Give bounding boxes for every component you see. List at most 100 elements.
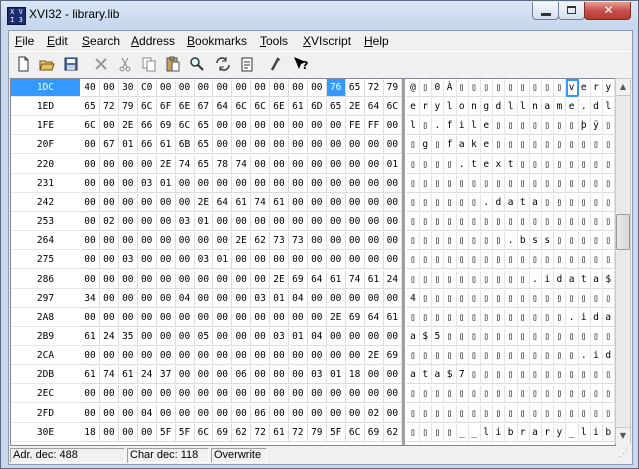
char-byte[interactable]: ▯ bbox=[419, 117, 433, 135]
char-byte[interactable]: ▯ bbox=[480, 405, 494, 423]
hex-byte[interactable]: 2E bbox=[232, 232, 252, 250]
hex-byte[interactable]: 03 bbox=[137, 175, 157, 193]
delete-icon[interactable] bbox=[91, 54, 111, 74]
char-byte[interactable]: ▯ bbox=[541, 175, 555, 193]
char-byte[interactable]: y bbox=[602, 79, 616, 97]
char-byte[interactable]: ▯ bbox=[419, 194, 433, 212]
hex-byte[interactable]: 04 bbox=[288, 290, 308, 308]
hex-byte[interactable]: 00 bbox=[383, 251, 403, 269]
char-byte[interactable]: ▯ bbox=[419, 424, 433, 442]
hex-byte[interactable]: 74 bbox=[232, 156, 252, 174]
char-byte[interactable]: ▯ bbox=[468, 347, 481, 365]
minimize-button[interactable] bbox=[532, 2, 559, 20]
char-byte[interactable]: ▯ bbox=[541, 117, 555, 135]
char-byte[interactable]: ▯ bbox=[577, 213, 591, 231]
hex-byte[interactable]: 00 bbox=[232, 175, 252, 193]
char-byte[interactable]: f bbox=[443, 136, 457, 154]
scroll-up-icon[interactable]: ▲ bbox=[616, 79, 630, 96]
hex-byte[interactable]: 00 bbox=[156, 232, 176, 250]
hex-byte[interactable]: 00 bbox=[251, 328, 271, 346]
hex-byte[interactable]: 00 bbox=[288, 117, 308, 135]
hex-byte[interactable]: 00 bbox=[326, 405, 346, 423]
hex-byte[interactable]: 6C bbox=[232, 98, 252, 116]
hex-byte[interactable]: 00 bbox=[213, 385, 233, 403]
char-byte[interactable]: ▯ bbox=[504, 366, 518, 384]
hex-byte[interactable]: 00 bbox=[251, 385, 271, 403]
char-byte[interactable]: ▯ bbox=[480, 232, 494, 250]
hex-byte[interactable]: 6E bbox=[270, 98, 289, 116]
hex-byte[interactable]: 00 bbox=[364, 251, 384, 269]
char-byte[interactable]: ▯ bbox=[492, 136, 506, 154]
char-byte[interactable]: ▯ bbox=[577, 251, 591, 269]
hex-byte[interactable]: 00 bbox=[213, 309, 233, 327]
hex-byte[interactable]: 00 bbox=[345, 251, 365, 269]
char-byte[interactable]: ▯ bbox=[504, 117, 518, 135]
char-byte[interactable]: ▯ bbox=[565, 136, 579, 154]
hex-byte[interactable]: 00 bbox=[137, 347, 157, 365]
hex-byte[interactable]: 00 bbox=[156, 328, 176, 346]
row-address[interactable]: 2CA bbox=[11, 347, 80, 365]
char-byte[interactable]: ▯ bbox=[577, 232, 591, 250]
char-byte[interactable]: ▯ bbox=[431, 194, 445, 212]
hex-byte[interactable]: 00 bbox=[232, 251, 252, 269]
char-byte[interactable]: d bbox=[492, 98, 506, 116]
hex-byte[interactable]: 00 bbox=[232, 405, 252, 423]
char-byte[interactable]: ▯ bbox=[468, 79, 481, 97]
hex-byte[interactable]: 00 bbox=[156, 271, 176, 289]
char-byte[interactable]: ÿ bbox=[590, 117, 603, 135]
hex-byte[interactable]: 18 bbox=[81, 424, 100, 442]
hex-byte[interactable]: 00 bbox=[288, 366, 308, 384]
hex-byte[interactable]: 05 bbox=[194, 328, 214, 346]
hex-byte[interactable]: 61 bbox=[270, 194, 289, 212]
hex-byte[interactable]: 00 bbox=[345, 385, 365, 403]
char-byte[interactable]: ▯ bbox=[541, 156, 555, 174]
char-byte[interactable]: ▯ bbox=[565, 290, 579, 308]
char-byte[interactable]: ▯ bbox=[541, 79, 555, 97]
hex-byte[interactable]: 00 bbox=[307, 117, 327, 135]
char-byte[interactable]: ▯ bbox=[541, 366, 555, 384]
char-byte[interactable]: ▯ bbox=[480, 175, 494, 193]
char-byte[interactable]: ▯ bbox=[516, 290, 530, 308]
hex-byte[interactable]: 00 bbox=[213, 232, 233, 250]
hex-byte[interactable]: 00 bbox=[81, 347, 100, 365]
hex-byte[interactable]: 00 bbox=[175, 232, 195, 250]
char-byte[interactable]: ▯ bbox=[590, 405, 603, 423]
char-byte[interactable]: ▯ bbox=[577, 366, 591, 384]
char-byte[interactable]: ▯ bbox=[504, 385, 518, 403]
hex-byte[interactable]: 00 bbox=[307, 385, 327, 403]
char-byte[interactable]: ▯ bbox=[455, 328, 469, 346]
char-byte[interactable]: ▯ bbox=[541, 385, 555, 403]
hex-byte[interactable]: 00 bbox=[118, 232, 138, 250]
hex-byte[interactable]: 00 bbox=[232, 136, 252, 154]
char-byte[interactable]: ▯ bbox=[529, 385, 542, 403]
hex-byte[interactable]: 00 bbox=[99, 251, 119, 269]
hex-byte[interactable]: 61 bbox=[156, 136, 176, 154]
char-byte[interactable]: ▯ bbox=[553, 251, 567, 269]
hex-byte[interactable]: FE bbox=[345, 117, 365, 135]
hex-byte[interactable]: 00 bbox=[175, 175, 195, 193]
char-byte[interactable]: ▯ bbox=[602, 117, 616, 135]
char-byte[interactable]: ▯ bbox=[492, 79, 506, 97]
char-byte[interactable]: ▯ bbox=[492, 117, 506, 135]
char-byte[interactable]: ▯ bbox=[492, 347, 506, 365]
hex-byte[interactable]: 00 bbox=[118, 194, 138, 212]
hex-byte[interactable]: 18 bbox=[345, 366, 365, 384]
char-byte[interactable]: ▯ bbox=[468, 328, 481, 346]
char-byte[interactable]: ▯ bbox=[602, 328, 616, 346]
char-byte[interactable]: a bbox=[590, 271, 603, 289]
char-byte[interactable]: ▯ bbox=[480, 271, 494, 289]
hex-byte[interactable]: 6C bbox=[345, 424, 365, 442]
char-byte[interactable]: . bbox=[455, 156, 469, 174]
hex-byte[interactable]: 69 bbox=[156, 117, 176, 135]
char-byte[interactable]: ▯ bbox=[431, 271, 445, 289]
char-byte[interactable]: ▯ bbox=[590, 136, 603, 154]
hex-byte[interactable]: 00 bbox=[99, 194, 119, 212]
hex-byte[interactable]: 69 bbox=[288, 271, 308, 289]
char-byte[interactable]: ▯ bbox=[455, 385, 469, 403]
char-byte[interactable]: . bbox=[431, 117, 445, 135]
hex-byte[interactable]: 00 bbox=[326, 347, 346, 365]
char-byte[interactable]: d bbox=[553, 271, 567, 289]
char-byte[interactable]: ▯ bbox=[529, 328, 542, 346]
hex-byte[interactable]: 74 bbox=[251, 194, 271, 212]
char-byte[interactable]: ▯ bbox=[468, 309, 481, 327]
